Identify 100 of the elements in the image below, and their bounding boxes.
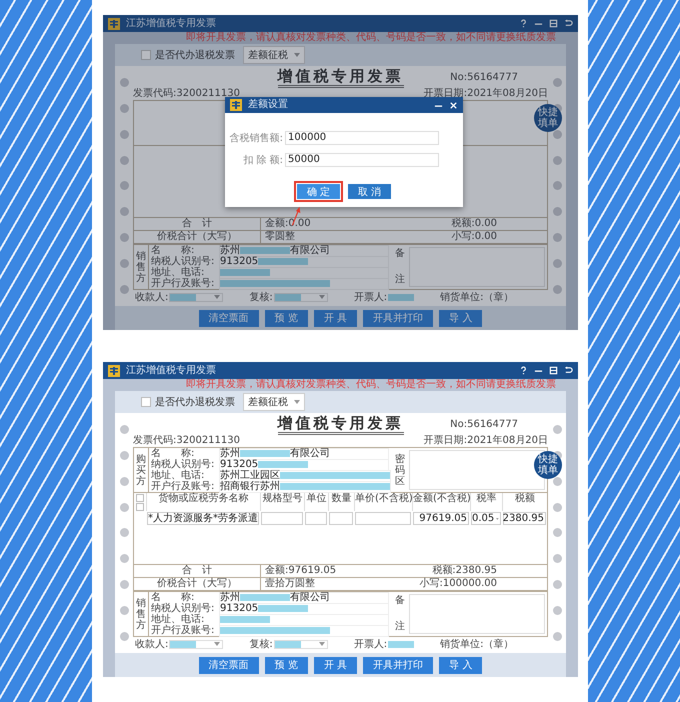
person-select[interactable] — [169, 640, 224, 648]
input-field[interactable]: 苏州工业园区 — [219, 470, 391, 482]
grand-total-label: 价税合计（大写） — [134, 578, 261, 590]
punch-hole — [552, 632, 562, 640]
total-amount: 金额:97619.05 — [264, 565, 338, 577]
back-icon[interactable] — [564, 19, 573, 28]
punch-hole — [120, 528, 128, 538]
input-field[interactable]: 苏州 有限公司 — [219, 448, 389, 460]
help-icon[interactable] — [519, 366, 528, 375]
punch-hole — [552, 476, 562, 486]
logo-icon — [108, 364, 120, 376]
punch-hole — [120, 156, 128, 165]
input-field[interactable]: 50000 — [285, 152, 439, 166]
punch-hole — [120, 606, 128, 615]
person-select[interactable] — [274, 292, 328, 302]
checkbox[interactable] — [141, 397, 151, 407]
caret-icon — [294, 53, 300, 57]
amount-in-figures: 小写:100000.00 — [420, 578, 498, 590]
invoice-title: 增值税专用发票 — [278, 66, 404, 88]
column-header: 税率 — [470, 493, 502, 511]
action-button[interactable]: 导 入 — [439, 656, 482, 674]
seller-label: 销售方 — [135, 250, 147, 284]
punch-hole — [120, 502, 128, 512]
field-label: 名 称: — [151, 245, 196, 256]
quantity-field[interactable] — [329, 512, 353, 525]
footer-label: 复核: — [249, 292, 273, 302]
action-button[interactable]: 清空票面 — [198, 656, 259, 674]
person-select[interactable] — [274, 640, 328, 648]
input-field[interactable]: 913205 — [219, 256, 389, 268]
punch-hole — [552, 580, 562, 589]
punch-hole — [120, 476, 128, 486]
logo-icon — [108, 18, 120, 30]
input-field[interactable] — [219, 624, 389, 636]
field-label: 地址、电话: — [151, 267, 206, 278]
punch-hole — [120, 78, 128, 88]
invoice-number: No:56164777 — [450, 72, 518, 83]
checkbox-label: 是否代办退税发票 — [155, 48, 235, 62]
punch-hole — [552, 528, 562, 538]
punch-hole — [552, 502, 562, 512]
invoice-date: 开票日期:2021年08月20日 — [424, 88, 548, 100]
field-label: 开户行及账号: — [151, 481, 216, 492]
tax-rate-select[interactable]: 0.05 — [471, 512, 501, 525]
input-field[interactable]: 苏州 有限公司 — [219, 244, 389, 256]
buyer-label: 购买方 — [135, 454, 147, 486]
price-field[interactable] — [355, 512, 411, 525]
punch-hole — [552, 554, 562, 564]
checkbox[interactable] — [141, 50, 151, 60]
dialog-button[interactable]: 取 消 — [348, 184, 392, 199]
back-icon[interactable] — [564, 366, 573, 375]
tax-mode-select[interactable]: 差额征税 — [243, 46, 305, 64]
caret-icon — [318, 295, 325, 299]
punch-hole — [552, 156, 562, 165]
action-button[interactable]: 开 具 — [314, 656, 358, 674]
dialog-title: 差额设置 — [248, 99, 288, 111]
input-field[interactable]: 100000 — [285, 130, 439, 144]
tax-field[interactable]: 2380.95 — [503, 512, 546, 525]
input-field[interactable]: 苏州 有限公司 — [219, 592, 389, 604]
total-tax: 税额:0.00 — [451, 218, 498, 230]
action-button[interactable]: 预 览 — [264, 656, 308, 674]
caret-icon — [214, 642, 220, 646]
caret-icon — [496, 516, 499, 520]
field-label: 纳税人识别号: — [151, 459, 216, 470]
quick-fill-button[interactable]: 快捷填单 — [534, 104, 562, 132]
punch-hole — [120, 181, 128, 190]
action-button[interactable]: 开具并打印 — [363, 656, 434, 674]
notice-text: 即将开具发票，请认真核对发票种类、代码、号码是否一致，如不同请更换纸质发票 — [185, 32, 557, 44]
input-field[interactable] — [219, 266, 389, 278]
input-field[interactable]: 913205 — [219, 458, 389, 470]
spec-field[interactable] — [261, 512, 303, 525]
punch-hole — [120, 258, 128, 268]
maximize-icon[interactable] — [549, 366, 558, 375]
caret-icon — [214, 295, 220, 299]
column-header: 货物或应税劳务名称 — [146, 493, 260, 511]
maximize-icon[interactable] — [549, 19, 558, 28]
punch-hole — [120, 580, 128, 589]
amount-field[interactable]: 97619.05 — [413, 512, 469, 525]
footer-label: 销货单位:（章） — [440, 292, 514, 302]
item-name-field[interactable]: *人力资源服务*劳务派遣 — [147, 512, 259, 525]
remarks-label: 备注 — [394, 594, 406, 634]
field-label: 开户行及账号: — [151, 278, 216, 289]
tax-mode-select[interactable]: 差额征税 — [243, 393, 305, 411]
quick-fill-button[interactable]: 快捷填单 — [534, 451, 562, 479]
footer-label: 开票人: — [354, 292, 388, 302]
field-label: 纳税人识别号: — [151, 256, 216, 267]
input-field[interactable] — [219, 278, 389, 290]
unit-field[interactable] — [305, 512, 327, 525]
close-icon[interactable] — [449, 100, 458, 110]
total-label: 合 计 — [134, 565, 261, 577]
help-icon[interactable] — [519, 19, 528, 28]
field-label: 开户行及账号: — [151, 625, 216, 636]
person-select[interactable] — [169, 292, 224, 302]
column-header: 金额(不含税) — [412, 493, 470, 511]
input-field[interactable] — [219, 614, 389, 626]
invoice-code: 发票代码:3200211130 — [133, 435, 240, 447]
column-header: 单位 — [304, 493, 328, 511]
remarks-field[interactable] — [409, 594, 545, 634]
input-field[interactable]: 913205 — [219, 602, 389, 614]
invoice-title: 增值税专用发票 — [278, 414, 404, 434]
input-field[interactable]: 招商银行苏州 — [219, 480, 391, 492]
field-label: 地址、电话: — [151, 470, 206, 481]
